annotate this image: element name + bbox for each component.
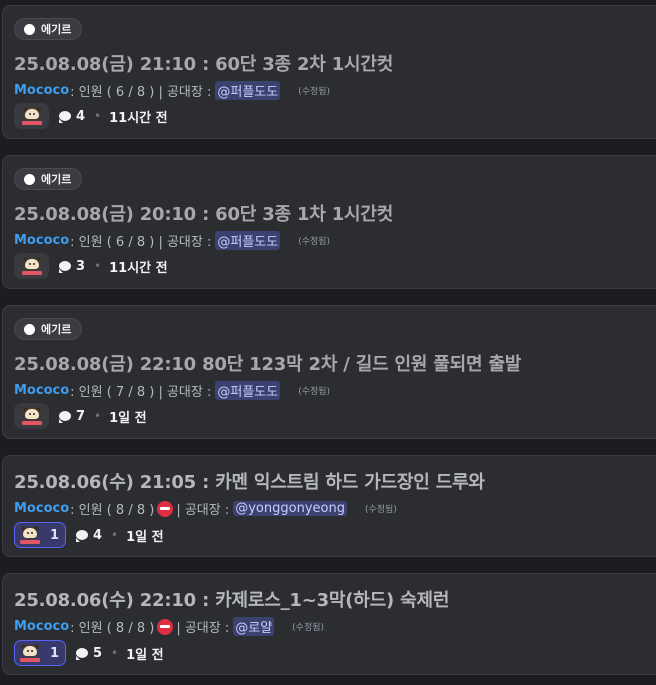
post-time: 11시간 전	[109, 110, 168, 126]
dot-separator: •	[94, 409, 102, 423]
reaction-button[interactable]	[14, 403, 49, 429]
circle-icon	[24, 23, 35, 35]
post-title[interactable]: 25.08.06(수) 22:10 : 카제로스_1~3막(하드) 숙제런	[14, 586, 449, 612]
preview-text: : 인원 ( 6 / 8 ) | 공대장 :	[70, 235, 212, 250]
edited-label: (수정됨)	[298, 237, 331, 247]
reaction-button[interactable]	[14, 103, 49, 129]
post-footer: 4 • 11시간 전	[14, 102, 168, 130]
speech-bubble-icon	[59, 110, 71, 123]
comment-count-value: 4	[93, 527, 103, 543]
post-title[interactable]: 25.08.06(수) 21:05 : 카멘 익스트림 하드 가드장인 드루와	[14, 468, 485, 494]
forum-tag-label: 에기르	[41, 23, 72, 36]
dot-separator: •	[94, 109, 102, 123]
post-preview: Mococo : 인원 ( 7 / 8 ) | 공대장 : @퍼플도도 (수정됨…	[14, 381, 330, 400]
preview-text-suffix: | 공대장 :	[176, 503, 230, 518]
comment-count-value: 4	[76, 108, 86, 124]
forum-post-list: 에기르 25.08.08(금) 21:10 : 60단 3종 2차 1시간컷 M…	[0, 0, 656, 685]
circle-icon	[24, 323, 35, 335]
preview-text: : 인원 ( 8 / 8 )	[70, 621, 155, 636]
circle-icon	[24, 173, 35, 185]
comment-count: 4	[76, 528, 102, 543]
post-time: 11시간 전	[109, 260, 168, 276]
preview-text: : 인원 ( 6 / 8 ) | 공대장 :	[70, 85, 212, 100]
user-mention[interactable]: @로얄	[233, 617, 275, 636]
mococo-emoji	[21, 407, 43, 425]
forum-tag[interactable]: 에기르	[14, 318, 83, 340]
no-entry-icon	[157, 618, 174, 635]
post-time: 1일 전	[126, 529, 164, 545]
mococo-emoji	[19, 526, 41, 544]
user-mention[interactable]: @yonggonyeong	[233, 501, 347, 516]
post-preview: Mococo : 인원 ( 8 / 8 ) | 공대장 : @yonggonye…	[14, 499, 397, 518]
post-footer: 3 • 11시간 전	[14, 252, 168, 280]
user-mention[interactable]: @퍼플도도	[215, 381, 281, 400]
forum-tag-label: 에기르	[41, 323, 72, 336]
mococo-emoji	[21, 257, 43, 275]
forum-post-card[interactable]: 에기르 25.08.08(금) 22:10 80단 123막 2차 / 길드 인…	[2, 305, 656, 439]
dot-separator: •	[111, 646, 119, 660]
mococo-emoji	[19, 644, 41, 662]
speech-bubble-icon	[76, 647, 88, 660]
comment-count: 5	[76, 646, 102, 661]
forum-tag-label: 에기르	[41, 173, 72, 186]
forum-tag[interactable]: 에기르	[14, 18, 83, 40]
reaction-count: 1	[49, 645, 59, 661]
forum-post-card[interactable]: 25.08.06(수) 21:05 : 카멘 익스트림 하드 가드장인 드루와 …	[2, 455, 656, 557]
reaction-button-selected[interactable]: 1	[14, 522, 66, 548]
post-preview: Mococo : 인원 ( 6 / 8 ) | 공대장 : @퍼플도도 (수정됨…	[14, 81, 330, 100]
forum-tag[interactable]: 에기르	[14, 168, 83, 190]
preview-text: : 인원 ( 8 / 8 )	[70, 503, 155, 518]
dot-separator: •	[111, 528, 119, 542]
reaction-button[interactable]	[14, 253, 49, 279]
edited-label: (수정됨)	[364, 505, 397, 515]
author-name[interactable]: Mococo	[14, 233, 69, 248]
post-time: 1일 전	[126, 647, 164, 663]
post-footer: 1 5 • 1일 전	[14, 639, 164, 667]
mococo-emoji	[21, 107, 43, 125]
speech-bubble-icon	[59, 410, 71, 423]
author-name[interactable]: Mococo	[14, 383, 69, 398]
comment-count-value: 7	[76, 408, 86, 424]
speech-bubble-icon	[59, 260, 71, 273]
edited-label: (수정됨)	[298, 387, 331, 397]
author-name[interactable]: Mococo	[14, 83, 69, 98]
post-title[interactable]: 25.08.08(금) 21:10 : 60단 3종 2차 1시간컷	[14, 50, 393, 76]
post-footer: 1 4 • 1일 전	[14, 521, 164, 549]
author-name[interactable]: Mococo	[14, 501, 69, 516]
post-time: 1일 전	[109, 410, 147, 426]
comment-count: 3	[59, 259, 85, 274]
comment-count: 7	[59, 409, 85, 424]
comment-count-value: 3	[76, 258, 86, 274]
preview-text: : 인원 ( 7 / 8 ) | 공대장 :	[70, 385, 212, 400]
speech-bubble-icon	[76, 529, 88, 542]
post-preview: Mococo : 인원 ( 8 / 8 ) | 공대장 : @로얄 (수정됨)	[14, 617, 324, 636]
post-title[interactable]: 25.08.08(금) 22:10 80단 123막 2차 / 길드 인원 풀되…	[14, 350, 521, 376]
reaction-button-selected[interactable]: 1	[14, 640, 66, 666]
reaction-count: 1	[49, 527, 59, 543]
forum-post-card[interactable]: 에기르 25.08.08(금) 20:10 : 60단 3종 1차 1시간컷 M…	[2, 155, 656, 289]
edited-label: (수정됨)	[298, 87, 331, 97]
post-footer: 7 • 1일 전	[14, 402, 147, 430]
post-title[interactable]: 25.08.08(금) 20:10 : 60단 3종 1차 1시간컷	[14, 200, 393, 226]
post-preview: Mococo : 인원 ( 6 / 8 ) | 공대장 : @퍼플도도 (수정됨…	[14, 231, 330, 250]
user-mention[interactable]: @퍼플도도	[215, 231, 281, 250]
forum-post-card[interactable]: 에기르 25.08.08(금) 21:10 : 60단 3종 2차 1시간컷 M…	[2, 5, 656, 139]
forum-post-card[interactable]: 25.08.06(수) 22:10 : 카제로스_1~3막(하드) 숙제런 Mo…	[2, 573, 656, 675]
dot-separator: •	[94, 259, 102, 273]
edited-label: (수정됨)	[292, 623, 325, 633]
user-mention[interactable]: @퍼플도도	[215, 81, 281, 100]
preview-text-suffix: | 공대장 :	[176, 621, 230, 636]
no-entry-icon	[157, 500, 174, 517]
author-name[interactable]: Mococo	[14, 619, 69, 634]
comment-count-value: 5	[93, 645, 103, 661]
comment-count: 4	[59, 109, 85, 124]
